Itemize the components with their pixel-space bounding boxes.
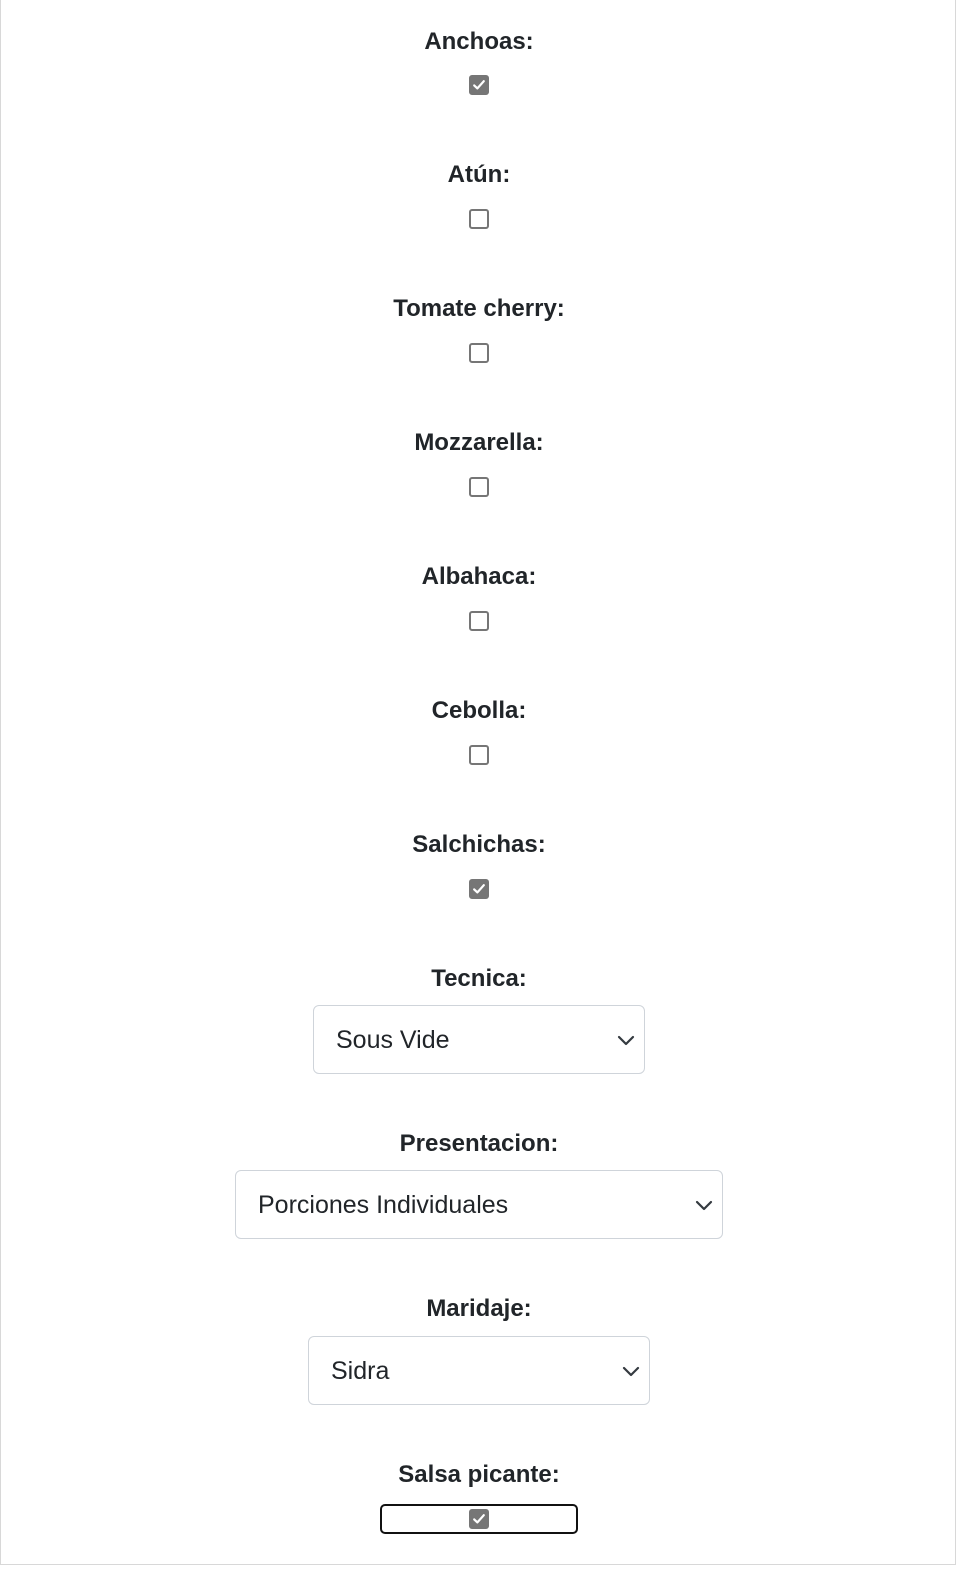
salsa-picante-label: Salsa picante: — [398, 1461, 560, 1488]
presentacion-label: Presentacion: — [399, 1130, 559, 1157]
maridaje-select[interactable]: Sidra — [308, 1336, 650, 1405]
tecnica-selected-value: Sous Vide — [336, 1026, 450, 1054]
anchoas-label: Anchoas: — [424, 28, 534, 55]
salsa-picante-checkbox[interactable] — [469, 1509, 489, 1529]
maridaje-selected-value: Sidra — [331, 1357, 390, 1385]
cebolla-checkbox[interactable] — [469, 745, 489, 765]
anchoas-checkbox[interactable] — [469, 75, 489, 95]
check-icon — [473, 80, 485, 90]
maridaje-label: Maridaje: — [426, 1295, 532, 1322]
atun-checkbox[interactable] — [469, 209, 489, 229]
tomate-cherry-checkbox[interactable] — [469, 343, 489, 363]
atun-label: Atún: — [447, 161, 511, 188]
form-container — [0, 0, 956, 1565]
check-icon — [473, 1514, 485, 1524]
tomate-cherry-label: Tomate cherry: — [393, 295, 565, 322]
albahaca-label: Albahaca: — [421, 563, 537, 590]
chevron-down-icon — [622, 1366, 640, 1377]
mozzarella-label: Mozzarella: — [414, 429, 544, 456]
salchichas-checkbox[interactable] — [469, 879, 489, 899]
check-icon — [473, 884, 485, 894]
salchichas-label: Salchichas: — [412, 831, 546, 858]
albahaca-checkbox[interactable] — [469, 611, 489, 631]
chevron-down-icon — [695, 1200, 713, 1211]
presentacion-select[interactable]: Porciones Individuales — [235, 1170, 723, 1239]
mozzarella-checkbox[interactable] — [469, 477, 489, 497]
presentacion-selected-value: Porciones Individuales — [258, 1191, 509, 1219]
cebolla-label: Cebolla: — [431, 697, 527, 724]
tecnica-label: Tecnica: — [431, 965, 527, 992]
tecnica-select[interactable]: Sous Vide — [313, 1005, 645, 1074]
chevron-down-icon — [617, 1035, 635, 1046]
